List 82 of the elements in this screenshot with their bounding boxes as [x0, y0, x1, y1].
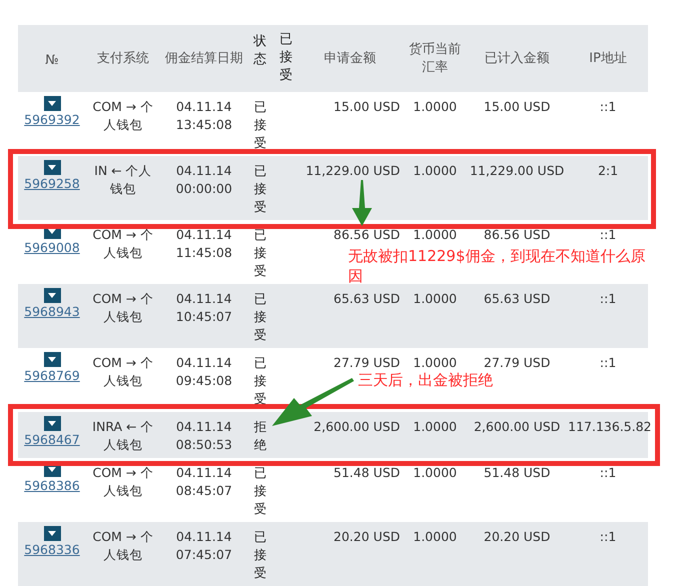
order-link[interactable]: 5968386: [24, 477, 80, 495]
column-header: 已计入金额: [484, 50, 550, 68]
arrow: [350, 180, 374, 226]
table-cell-text: INRA ← 个人钱包: [91, 418, 155, 454]
table-cell: 20.20 USD: [484, 529, 550, 544]
table-cell: 11,229.00 USD: [470, 163, 564, 178]
table-cell-text: COM → 个人钱包: [92, 528, 154, 564]
table-cell-text: 04.11.14 09:45:08: [174, 354, 234, 390]
table-cell: 1.0000: [413, 529, 457, 544]
annotation-note: 三天后，出金被拒绝: [358, 370, 493, 390]
table-cell: 1.0000: [413, 227, 457, 242]
table-cell: ::1: [600, 355, 616, 370]
table-cell: 已接受: [254, 528, 266, 582]
column-header: 支付系统: [96, 50, 150, 68]
table-cell: 1.0000: [413, 99, 457, 114]
table-cell-text: 04.11.14 07:45:07: [174, 528, 234, 564]
table-cell: 已接受: [254, 226, 266, 280]
table-cell: 已接受: [254, 354, 266, 408]
order-link[interactable]: 5969258: [24, 175, 80, 193]
column-header: IP地址: [589, 50, 627, 68]
table-cell-text: 04.11.14 10:45:07: [174, 290, 234, 326]
table-cell: 2,600.00 USD: [474, 419, 560, 434]
table-cell: 1.0000: [413, 465, 457, 480]
table-cell: 已接受: [254, 162, 266, 216]
dropdown-icon[interactable]: [44, 416, 60, 431]
table-cell: ::1: [600, 529, 616, 544]
table-cell: 15.00 USD: [484, 99, 550, 114]
dropdown-icon[interactable]: [44, 288, 60, 303]
column-header: 申请金额: [324, 50, 376, 68]
table-cell-text: 04.11.14 08:50:53: [174, 418, 234, 454]
table-cell: 65.63 USD: [484, 291, 550, 306]
order-link[interactable]: 5969392: [24, 111, 80, 129]
table-cell: 1.0000: [413, 163, 457, 178]
dropdown-icon[interactable]: [44, 160, 60, 175]
table-cell: 27.79 USD: [484, 355, 550, 370]
column-header: 货币当前汇率: [408, 40, 462, 76]
order-link[interactable]: 5968943: [24, 303, 80, 321]
table-cell: 1.0000: [413, 419, 457, 434]
table-cell: 已接受: [254, 98, 266, 152]
table-cell: 117.136.5.82: [568, 419, 652, 434]
column-header: №: [45, 52, 59, 70]
table-cell: 86.56 USD: [484, 227, 550, 242]
dropdown-icon[interactable]: [44, 526, 60, 541]
column-header: 佣金结算日期: [165, 50, 243, 68]
column-header: 状态: [254, 33, 266, 69]
table-cell: 86.56 USD: [334, 227, 400, 242]
table-cell: ::1: [600, 465, 616, 480]
table-cell: ::1: [600, 291, 616, 306]
table-cell: 15.00 USD: [334, 99, 400, 114]
table-cell-text: COM → 个人钱包: [92, 226, 154, 262]
table-cell: 已接受: [254, 290, 266, 344]
order-link[interactable]: 5968467: [24, 431, 80, 449]
table-cell-text: 04.11.14 13:45:08: [174, 98, 234, 134]
table-cell-text: COM → 个人钱包: [92, 464, 154, 500]
order-link[interactable]: 5969008: [24, 239, 80, 257]
table-cell: ::1: [600, 99, 616, 114]
order-link[interactable]: 5968769: [24, 367, 80, 385]
table-cell: 27.79 USD: [334, 355, 400, 370]
table-cell-text: COM → 个人钱包: [92, 98, 154, 134]
table-cell: 51.48 USD: [334, 465, 400, 480]
table-cell: 已接受: [254, 464, 266, 518]
table-cell: 65.63 USD: [334, 291, 400, 306]
annotation-note: 无故被扣11229$佣金，到现在不知道什么原因: [348, 246, 646, 286]
table-cell-text: 04.11.14 08:45:07: [174, 464, 234, 500]
table-cell-text: COM → 个人钱包: [92, 290, 154, 326]
table-cell-text: 04.11.14 11:45:08: [174, 226, 234, 262]
table-cell: 51.48 USD: [484, 465, 550, 480]
table-cell: 11,229.00 USD: [306, 163, 400, 178]
table-cell: 2,600.00 USD: [314, 419, 400, 434]
dropdown-icon[interactable]: [44, 352, 60, 367]
table-cell-text: IN ← 个人钱包: [93, 162, 153, 198]
table-cell: ::1: [600, 227, 616, 242]
table-cell: 20.20 USD: [334, 529, 400, 544]
column-header: 已接受: [280, 31, 292, 85]
order-link[interactable]: 5968336: [24, 541, 80, 559]
table-cell: 拒绝: [254, 418, 266, 454]
table-cell-text: 04.11.14 00:00:00: [174, 162, 234, 198]
table-cell-text: COM → 个人钱包: [92, 354, 154, 390]
dropdown-icon[interactable]: [44, 96, 60, 111]
table-cell: 2:1: [598, 163, 618, 178]
table-cell: 1.0000: [413, 355, 457, 370]
table-cell: 1.0000: [413, 291, 457, 306]
